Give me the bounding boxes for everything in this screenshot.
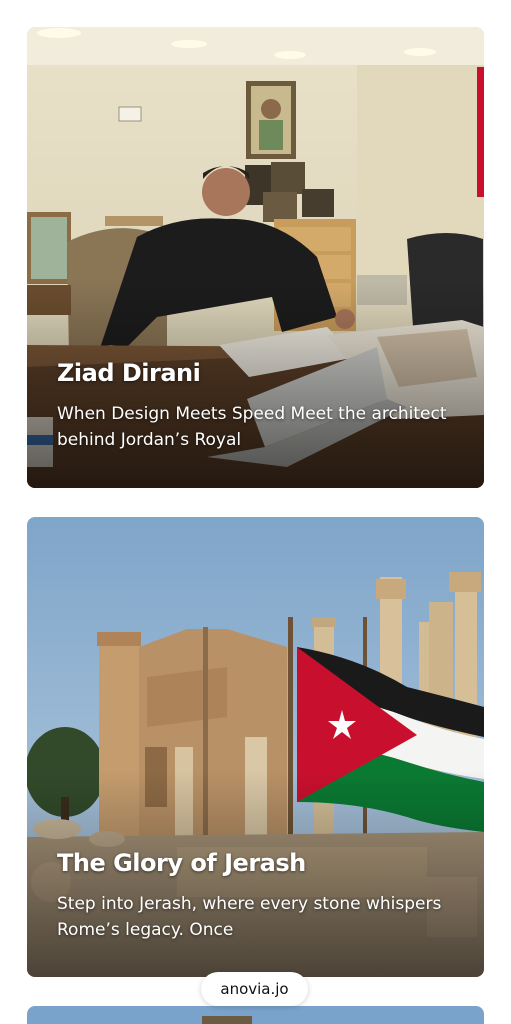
- card-text-block: Ziad Dirani When Design Meets Speed Meet…: [57, 357, 454, 453]
- card-image-partial: [27, 1006, 484, 1024]
- article-card-partial[interactable]: [27, 1006, 484, 1024]
- card-description: When Design Meets Speed Meet the archite…: [57, 404, 447, 450]
- card-text-block: The Glory of Jerash Step into Jerash, wh…: [57, 847, 454, 943]
- card-title[interactable]: The Glory of Jerash: [57, 847, 454, 879]
- article-card-ziad-dirani[interactable]: Ziad Dirani When Design Meets Speed Meet…: [27, 27, 484, 488]
- source-badge[interactable]: anovia.jo: [201, 972, 308, 1006]
- card-description: Step into Jerash, where every stone whis…: [57, 894, 442, 940]
- card-title[interactable]: Ziad Dirani: [57, 357, 454, 389]
- article-card-jerash[interactable]: The Glory of Jerash Step into Jerash, wh…: [27, 517, 484, 977]
